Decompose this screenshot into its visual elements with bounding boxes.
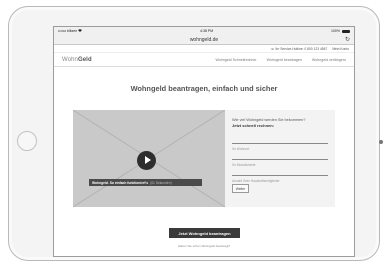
next-button[interactable]: Weiter: [232, 184, 249, 193]
front-camera: [379, 140, 383, 144]
wifi-icon: [78, 29, 83, 33]
rent-input[interactable]: [232, 162, 328, 168]
quick-calculator: Wie viel Wohngeld werden Sie bekommen? J…: [225, 110, 335, 207]
tablet-screen: •••••o blitzen 4:38 PM 100% wohngeld.de …: [53, 26, 355, 257]
household-input[interactable]: [232, 178, 328, 184]
tablet-frame: •••••o blitzen 4:38 PM 100% wohngeld.de …: [8, 6, 383, 261]
household-field: [232, 169, 328, 184]
home-button[interactable]: [17, 131, 37, 151]
nav-link-verlaengern[interactable]: Wohngeld verlängern: [312, 58, 346, 62]
carrier-label: •••••o blitzen: [58, 29, 78, 33]
url-text: wohngeld.de: [189, 36, 219, 43]
hotline-text: ☏ Ihr Service-Hotline: 0 800 123 4567: [270, 46, 328, 51]
residence-field: [232, 137, 328, 152]
service-strip: ☏ Ihr Service-Hotline: 0 800 123 4567 Me…: [54, 45, 354, 53]
page-headline: Wohngeld beantragen, einfach und sicher: [130, 84, 278, 93]
nav-links: Wohngeld Schnellrechner Wohngeld beantra…: [215, 58, 346, 62]
nav-link-schnellrechner[interactable]: Wohngeld Schnellrechner: [215, 58, 256, 62]
reload-icon[interactable]: ↻: [345, 36, 350, 43]
site-logo[interactable]: WohnGeld: [62, 57, 92, 63]
logo-part-2: Geld: [77, 56, 92, 63]
play-icon[interactable]: [137, 151, 156, 170]
nav-link-beantragen[interactable]: Wohngeld beantragen: [267, 58, 302, 62]
calculator-heading: Jetzt schnell rechnen:: [232, 123, 275, 128]
address-bar[interactable]: wohngeld.de ↻: [54, 35, 354, 45]
residence-input[interactable]: [232, 146, 328, 152]
logo-part-1: Wohn: [62, 56, 78, 63]
main-navigation: WohnGeld Wohngeld Schnellrechner Wohngel…: [54, 53, 354, 67]
hero-section: Wohngeld. So einfach funktioniert's (01 …: [73, 110, 335, 207]
video-player[interactable]: Wohngeld. So einfach funktioniert's (01 …: [73, 110, 225, 207]
status-bar: •••••o blitzen 4:38 PM 100%: [54, 27, 354, 35]
battery-percentage: 100%: [331, 29, 340, 33]
account-link[interactable]: Mein Konto: [332, 47, 349, 51]
battery-icon: [341, 29, 350, 33]
video-duration: (01 Sekunden): [150, 180, 172, 185]
video-caption: Wohngeld. So einfach funktioniert's (01 …: [89, 179, 202, 186]
clock: 4:38 PM: [200, 29, 214, 33]
rent-field: [232, 153, 328, 168]
video-title: Wohngeld. So einfach funktioniert's: [92, 180, 149, 185]
calculator-question: Wie viel Wohngeld werden Sie bekommen?: [232, 118, 306, 122]
already-applied-link[interactable]: Haben Sie schon Wohngeld beantragt?: [54, 244, 354, 248]
apply-button[interactable]: Jetzt Wohngeld beantragen: [169, 228, 240, 238]
